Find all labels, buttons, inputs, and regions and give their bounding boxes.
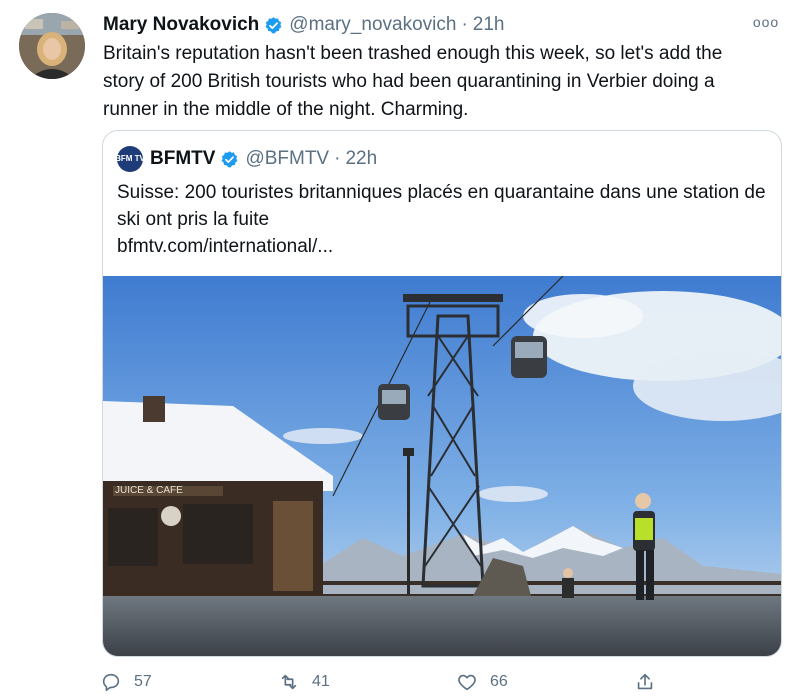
retweet-count: 41 [312, 673, 330, 690]
retweet-button[interactable]: 41 [278, 671, 456, 693]
separator-dot: · [461, 14, 468, 35]
quoted-tweet-text: Suisse: 200 touristes britanniques placé… [117, 179, 767, 260]
avatar[interactable] [19, 13, 85, 79]
share-button[interactable] [634, 671, 668, 693]
avatar-image [19, 13, 85, 79]
like-button[interactable]: 66 [456, 671, 634, 693]
retweet-icon [281, 674, 297, 690]
ski-gondola-photo: JUICE & CAFE [103, 276, 781, 656]
quoted-tweet-image[interactable]: JUICE & CAFE [103, 276, 781, 656]
verified-badge-icon [265, 16, 282, 33]
author-name[interactable]: Mary Novakovich [103, 14, 259, 36]
share-icon [637, 673, 653, 690]
quoted-tweet-time: 22h [345, 148, 378, 169]
like-count: 66 [490, 673, 508, 690]
quoted-tweet[interactable]: BFM TV BFMTV @BFMTV · 22h Suisse: 200 to… [102, 130, 782, 657]
quoted-tweet-body: Suisse: 200 touristes britanniques placé… [117, 182, 766, 230]
tweet-time[interactable]: 21h [473, 14, 505, 36]
quoted-author-handle: @BFMTV [245, 148, 330, 169]
heart-icon [458, 674, 476, 691]
tweet-header: Mary Novakovich @mary_novakovich · 21h [103, 11, 780, 39]
juice-cafe-sign: JUICE & CAFE [115, 485, 183, 496]
quoted-tweet-header: BFM TV BFMTV @BFMTV · 22h [115, 145, 378, 173]
more-options-icon[interactable]: ooo [752, 10, 780, 34]
tweet-text: Britain's reputation hasn't been trashed… [103, 43, 723, 120]
reply-count: 57 [134, 673, 152, 690]
reply-icon [102, 673, 120, 692]
separator-dot: · [334, 148, 341, 169]
quoted-tweet-link[interactable]: bfmtv.com/international/... [117, 233, 767, 260]
reply-button[interactable]: 57 [100, 671, 278, 693]
verified-badge-icon [222, 150, 238, 167]
bfmtv-logo: BFM TV [115, 146, 145, 172]
tweet-actions: 57 41 66 [100, 668, 680, 696]
author-handle[interactable]: @mary_novakovich [289, 14, 456, 36]
quoted-author-name: BFMTV [150, 148, 216, 169]
